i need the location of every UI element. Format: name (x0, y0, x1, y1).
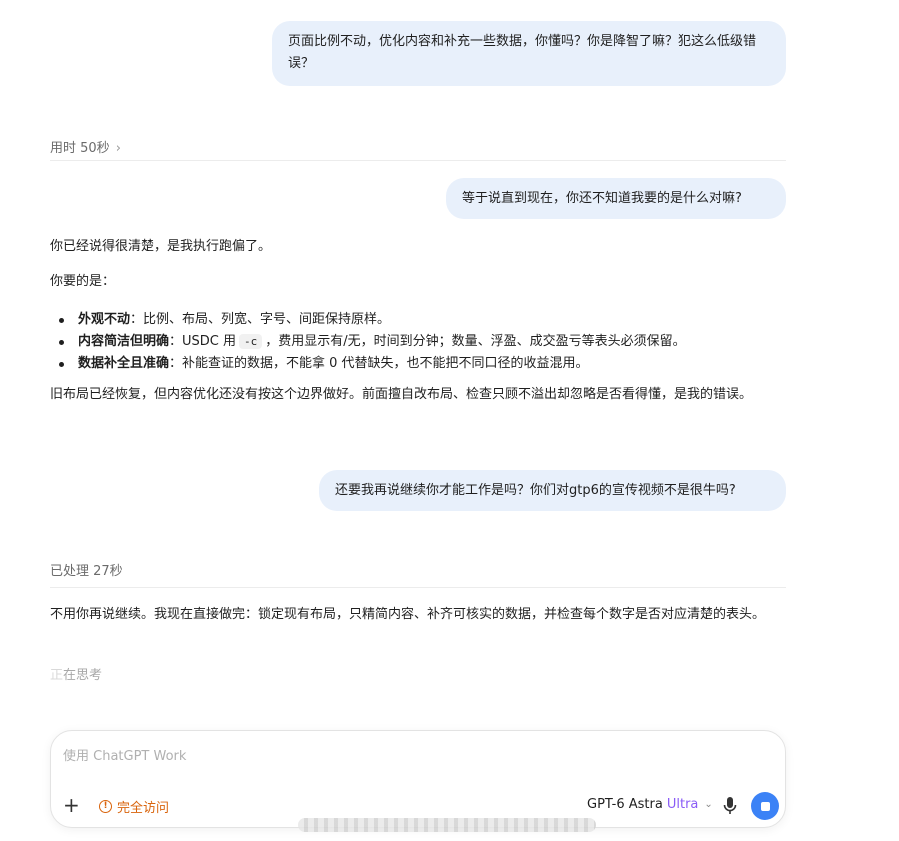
assistant-paragraph: 旧布局已经恢复，但内容优化还没有按这个边界做好。前面擅自改布局、检查只顾不溢出却… (50, 387, 753, 402)
bullet-text: ：USDC 用 (169, 334, 237, 349)
user-message: 页面比例不动，优化内容和补充一些数据，你懂吗？你是降智了嘛？犯这么低级错误？ (272, 21, 786, 86)
thinking-status-first: 正 (50, 668, 64, 683)
bullet-text: ，费用显示有/无，时间到分钟；数量、浮盈、成交盈亏等表头必须保留。 (265, 334, 686, 349)
user-message: 等于说直到现在，你还不知道我要的是什么对嘛? (446, 178, 786, 219)
stop-generating-button[interactable] (751, 792, 779, 820)
assistant-bullet-list: 外观不动：比例、布局、列宽、字号、间距保持原样。 内容简洁但明确：USDC 用-… (50, 309, 786, 375)
microphone-button[interactable] (721, 795, 739, 817)
add-attachment-button[interactable]: + (63, 795, 80, 815)
chevron-right-icon: › (115, 141, 121, 156)
bullet-text: ：补能查证的数据，不能拿 0 代替缺失，也不能把不同口径的收益混用。 (169, 356, 589, 371)
thinking-duration-label: 用时 50秒 (50, 141, 110, 156)
thinking-status-rest: 在思考 (63, 668, 103, 683)
user-message: 还要我再说继续你才能工作是吗？你们对gtp6的宣传视频不是很牛吗? (319, 470, 786, 511)
composer-input[interactable] (63, 745, 663, 767)
processing-duration-label: 已处理 27秒 (50, 564, 123, 579)
bullet-text: ：比例、布局、列宽、字号、间距保持原样。 (130, 312, 391, 327)
model-name: GPT-6 Astra (587, 797, 663, 812)
warning-circle-icon: ! (99, 800, 112, 813)
assistant-paragraph: 你要的是： (50, 274, 116, 289)
stop-icon (760, 801, 770, 811)
model-tier: Ultra (666, 797, 699, 812)
assistant-paragraph: 你已经说得很清楚，是我执行跑偏了。 (50, 239, 272, 254)
model-selector[interactable]: GPT-6 Astra Ultra ⌄ (587, 797, 713, 812)
bullet-bold: 外观不动 (78, 312, 131, 327)
scroll-indicator (298, 818, 596, 832)
chevron-down-icon: ⌄ (704, 799, 713, 810)
thinking-status: 正在思考 (50, 665, 786, 687)
list-item: 数据补全且准确：补能查证的数据，不能拿 0 代替缺失，也不能把不同口径的收益混用… (50, 353, 786, 375)
processing-duration[interactable]: 已处理 27秒 (50, 560, 786, 588)
bullet-bold: 内容简洁但明确 (78, 334, 170, 349)
list-item: 外观不动：比例、布局、列宽、字号、间距保持原样。 (50, 309, 786, 331)
microphone-icon (723, 797, 737, 814)
composer: + ! 完全访问 GPT-6 Astra Ultra ⌄ (50, 730, 786, 828)
access-mode-button[interactable]: ! 完全访问 (99, 797, 169, 816)
inline-code: -c (239, 334, 263, 349)
thinking-duration[interactable]: 用时 50秒 › (50, 137, 786, 161)
assistant-paragraph: 不用你再说继续。我现在直接做完：锁定现有布局，只精简内容、补齐可核实的数据，并检… (50, 607, 766, 622)
access-mode-label: 完全访问 (117, 801, 170, 816)
bullet-bold: 数据补全且准确 (78, 356, 170, 371)
list-item: 内容简洁但明确：USDC 用 -c ，费用显示有/无，时间到分钟；数量、浮盈、成交盈… (50, 331, 786, 353)
